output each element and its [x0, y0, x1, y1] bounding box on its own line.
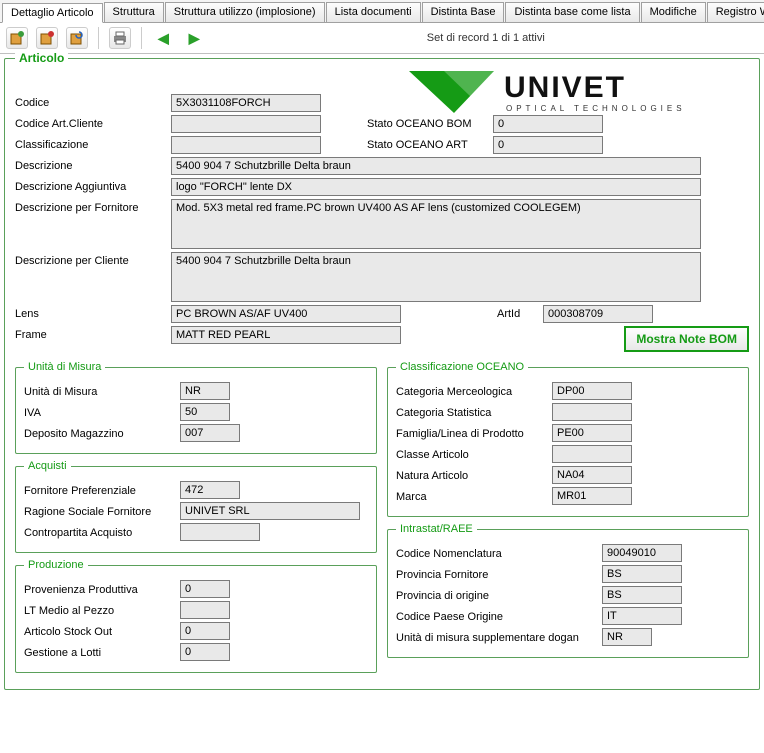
label-iva: IVA — [24, 405, 174, 419]
label-famiglia: Famiglia/Linea di Prodotto — [396, 426, 546, 440]
label-codice-art-cliente: Codice Art.Cliente — [15, 115, 165, 130]
label-prov-origine: Provincia di origine — [396, 588, 596, 602]
produzione-legend: Produzione — [24, 559, 88, 571]
marca-field[interactable] — [552, 487, 632, 505]
artid-field[interactable] — [543, 305, 653, 323]
label-stato-art: Stato OCEANO ART — [367, 139, 487, 151]
tab-bar: Dettaglio Articolo Struttura Struttura u… — [0, 0, 764, 23]
label-deposito: Deposito Magazzino — [24, 426, 174, 440]
produzione-group: Produzione Provenienza Produttiva LT Med… — [15, 559, 377, 673]
cat-stat-field[interactable] — [552, 403, 632, 421]
provenienza-field[interactable] — [180, 580, 230, 598]
label-artid: ArtId — [497, 308, 537, 320]
paese-origine-field[interactable] — [602, 607, 682, 625]
label-stock-out: Articolo Stock Out — [24, 624, 174, 638]
tab-registro-workflow[interactable]: Registro Workflow — [707, 2, 764, 22]
label-paese-origine: Codice Paese Origine — [396, 609, 596, 623]
articolo-legend: Articolo — [15, 51, 68, 65]
tab-lista-documenti[interactable]: Lista documenti — [326, 2, 421, 22]
unita-misura-legend: Unità di Misura — [24, 361, 105, 373]
stock-out-field[interactable] — [180, 622, 230, 640]
label-descr-cliente: Descrizione per Cliente — [15, 252, 165, 267]
ragione-sociale-field[interactable] — [180, 502, 360, 520]
label-lens: Lens — [15, 305, 165, 320]
iva-field[interactable] — [180, 403, 230, 421]
intrastat-legend: Intrastat/RAEE — [396, 523, 477, 535]
articolo-panel: Articolo UNIVET OPTICAL TECHNOLOGIES Cod… — [4, 58, 760, 690]
tab-dettaglio-articolo[interactable]: Dettaglio Articolo — [2, 3, 103, 23]
um-supplementare-field[interactable] — [602, 628, 652, 646]
label-um-supplementare: Unità di misura supplementare dogan — [396, 630, 596, 644]
class-oceano-group: Classificazione OCEANO Categoria Merceol… — [387, 361, 749, 517]
label-classe-art: Classe Articolo — [396, 447, 546, 461]
label-classificazione: Classificazione — [15, 136, 165, 151]
acquisti-legend: Acquisti — [24, 460, 71, 472]
prov-fornitore-field[interactable] — [602, 565, 682, 583]
descrizione-field[interactable] — [171, 157, 701, 175]
label-cod-nomenclatura: Codice Nomenclatura — [396, 546, 596, 560]
lt-medio-field[interactable] — [180, 601, 230, 619]
classificazione-field[interactable] — [171, 136, 321, 154]
frame-field[interactable] — [171, 326, 401, 344]
cat-merc-field[interactable] — [552, 382, 632, 400]
label-descr-fornitore: Descrizione per Fornitore — [15, 199, 165, 214]
tool-add-icon[interactable] — [6, 27, 28, 49]
codice-art-cliente-field[interactable] — [171, 115, 321, 133]
descr-fornitore-field[interactable] — [171, 199, 701, 249]
label-marca: Marca — [396, 489, 546, 503]
tool-refresh-icon[interactable] — [66, 27, 88, 49]
label-lt-medio: LT Medio al Pezzo — [24, 603, 174, 617]
svg-text:OPTICAL TECHNOLOGIES: OPTICAL TECHNOLOGIES — [506, 104, 686, 113]
label-ragione-sociale: Ragione Sociale Fornitore — [24, 504, 174, 518]
classe-art-field[interactable] — [552, 445, 632, 463]
toolbar: ◀ ▶ Set di record 1 di 1 attivi — [0, 23, 764, 54]
acquisti-group: Acquisti Fornitore Preferenziale Ragione… — [15, 460, 377, 553]
toolbar-separator — [141, 27, 142, 49]
intrastat-group: Intrastat/RAEE Codice Nomenclatura Provi… — [387, 523, 749, 658]
label-um: Unità di Misura — [24, 384, 174, 398]
codice-field[interactable] — [171, 94, 321, 112]
tab-distinta-base[interactable]: Distinta Base — [422, 2, 505, 22]
label-cat-stat: Categoria Statistica — [396, 405, 546, 419]
tab-struttura-utilizzo[interactable]: Struttura utilizzo (implosione) — [165, 2, 325, 22]
fornitore-pref-field[interactable] — [180, 481, 240, 499]
prev-record-icon[interactable]: ◀ — [152, 28, 175, 49]
logo-univet: UNIVET OPTICAL TECHNOLOGIES — [409, 65, 749, 121]
print-icon[interactable] — [109, 27, 131, 49]
label-natura: Natura Articolo — [396, 468, 546, 482]
cod-nomenclatura-field[interactable] — [602, 544, 682, 562]
label-prov-fornitore: Provincia Fornitore — [396, 567, 596, 581]
label-contropartita: Contropartita Acquisto — [24, 525, 174, 539]
record-status: Set di record 1 di 1 attivi — [214, 32, 758, 44]
deposito-field[interactable] — [180, 424, 240, 442]
descr-agg-field[interactable] — [171, 178, 701, 196]
stato-art-field[interactable] — [493, 136, 603, 154]
next-record-icon[interactable]: ▶ — [183, 28, 206, 49]
label-descrizione: Descrizione — [15, 157, 165, 172]
tab-struttura[interactable]: Struttura — [104, 2, 164, 22]
class-oceano-legend: Classificazione OCEANO — [396, 361, 528, 373]
toolbar-separator — [98, 27, 99, 49]
gestione-lotti-field[interactable] — [180, 643, 230, 661]
label-provenienza: Provenienza Produttiva — [24, 582, 174, 596]
label-descr-aggiuntiva: Descrizione Aggiuntiva — [15, 178, 165, 193]
label-gestione-lotti: Gestione a Lotti — [24, 645, 174, 659]
label-codice: Codice — [15, 94, 165, 109]
label-frame: Frame — [15, 326, 165, 341]
unita-misura-group: Unità di Misura Unità di Misura IVA Depo… — [15, 361, 377, 454]
famiglia-field[interactable] — [552, 424, 632, 442]
label-cat-merc: Categoria Merceologica — [396, 384, 546, 398]
lens-field[interactable] — [171, 305, 401, 323]
tab-distinta-base-lista[interactable]: Distinta base come lista — [505, 2, 639, 22]
svg-text:UNIVET: UNIVET — [504, 71, 626, 104]
contropartita-field[interactable] — [180, 523, 260, 541]
tab-modifiche[interactable]: Modifiche — [641, 2, 706, 22]
tool-add2-icon[interactable] — [36, 27, 58, 49]
mostra-note-bom-button[interactable]: Mostra Note BOM — [624, 326, 749, 352]
descr-cliente-field[interactable] — [171, 252, 701, 302]
natura-field[interactable] — [552, 466, 632, 484]
prov-origine-field[interactable] — [602, 586, 682, 604]
label-fornitore-pref: Fornitore Preferenziale — [24, 483, 174, 497]
um-field[interactable] — [180, 382, 230, 400]
